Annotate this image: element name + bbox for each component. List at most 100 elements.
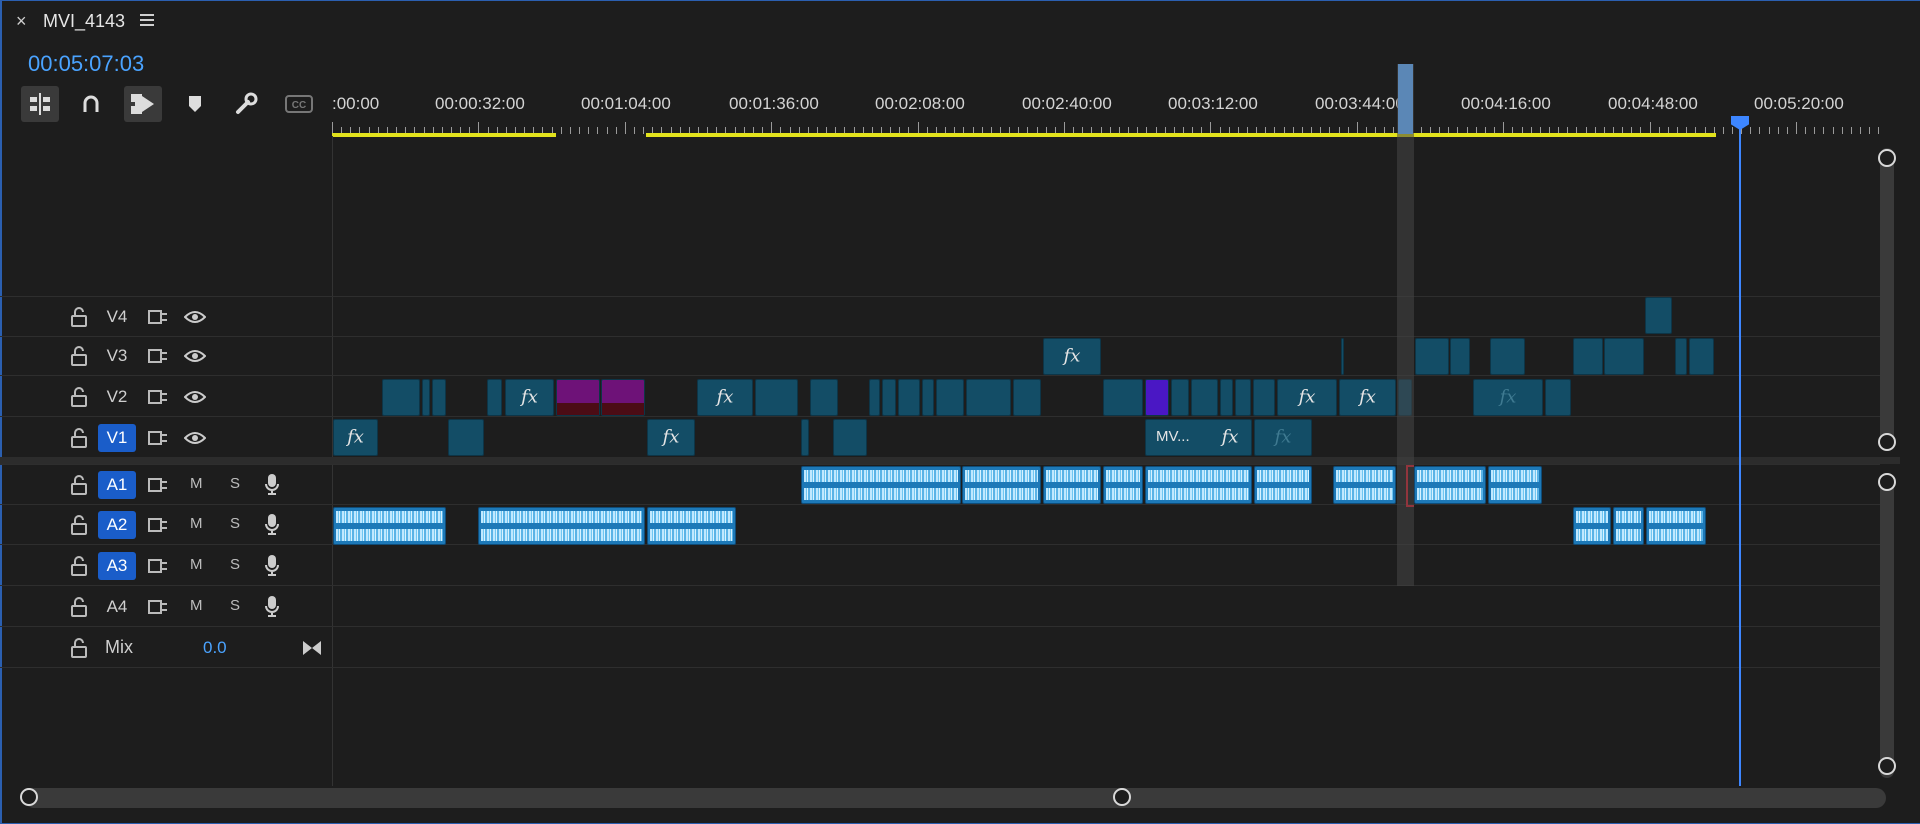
mute-button[interactable]: M bbox=[190, 597, 203, 614]
solo-button[interactable]: S bbox=[230, 515, 240, 532]
zoom-handle-left[interactable] bbox=[20, 788, 38, 806]
video-clip[interactable] bbox=[882, 379, 896, 416]
video-clip[interactable] bbox=[1235, 379, 1251, 416]
current-time-indicator[interactable] bbox=[1739, 122, 1741, 786]
video-clip[interactable] bbox=[898, 379, 920, 416]
video-clip[interactable] bbox=[755, 379, 798, 416]
video-clip[interactable]: fx bbox=[697, 379, 753, 416]
video-clip[interactable]: MV... fx bbox=[1145, 419, 1252, 456]
unlock-icon[interactable] bbox=[71, 387, 87, 407]
unlock-icon[interactable] bbox=[71, 428, 87, 448]
solo-button[interactable]: S bbox=[230, 475, 240, 492]
unlock-icon[interactable] bbox=[71, 346, 87, 366]
video-clip[interactable] bbox=[936, 379, 964, 416]
mute-button[interactable]: M bbox=[190, 475, 203, 492]
eye-icon[interactable] bbox=[184, 309, 206, 325]
timeline-zoom-scrollbar[interactable] bbox=[24, 788, 1886, 808]
panel-menu-icon[interactable] bbox=[140, 13, 154, 27]
linked-selection-icon[interactable] bbox=[124, 86, 162, 122]
solo-button[interactable]: S bbox=[230, 597, 240, 614]
video-clip[interactable] bbox=[922, 379, 934, 416]
video-clip[interactable]: fx bbox=[647, 419, 695, 456]
video-clip[interactable]: fx bbox=[1339, 379, 1396, 416]
audio-clip[interactable] bbox=[1145, 466, 1252, 504]
mute-button[interactable]: M bbox=[190, 515, 203, 532]
audio-clip[interactable] bbox=[1414, 466, 1486, 504]
eye-icon[interactable] bbox=[184, 430, 206, 446]
microphone-icon[interactable] bbox=[265, 473, 279, 495]
video-clip[interactable]: fx bbox=[1254, 419, 1312, 456]
audio-clip[interactable] bbox=[1254, 466, 1312, 504]
unlock-icon[interactable] bbox=[71, 638, 87, 658]
audio-clip[interactable] bbox=[647, 507, 736, 545]
snap-magnet-icon[interactable] bbox=[72, 86, 110, 122]
microphone-icon[interactable] bbox=[265, 513, 279, 535]
video-clip[interactable] bbox=[448, 419, 484, 456]
track-target-a2[interactable]: A2 bbox=[98, 511, 136, 539]
video-clip[interactable] bbox=[869, 379, 880, 416]
video-clip[interactable] bbox=[1490, 338, 1525, 375]
video-clip[interactable] bbox=[382, 379, 420, 416]
work-area-bar[interactable] bbox=[332, 133, 556, 137]
video-clip[interactable]: fx bbox=[1473, 379, 1543, 416]
video-clip[interactable] bbox=[1171, 379, 1189, 416]
track-target-a1[interactable]: A1 bbox=[98, 471, 136, 499]
mix-pan-icon[interactable] bbox=[302, 640, 322, 656]
audio-clip[interactable] bbox=[1333, 466, 1396, 504]
microphone-icon[interactable] bbox=[265, 595, 279, 617]
audio-clip[interactable] bbox=[1573, 507, 1611, 545]
nested-clip[interactable] bbox=[601, 379, 645, 416]
video-clip[interactable] bbox=[1604, 338, 1644, 375]
mute-button[interactable]: M bbox=[190, 556, 203, 573]
audio-clip[interactable] bbox=[1103, 466, 1143, 504]
track-target-v2[interactable]: V2 bbox=[98, 383, 136, 411]
video-clip[interactable] bbox=[1675, 338, 1687, 375]
video-clip[interactable] bbox=[1450, 338, 1470, 375]
scroll-handle-top[interactable] bbox=[1878, 473, 1896, 491]
video-clip[interactable]: fx bbox=[1277, 379, 1337, 416]
audio-clip[interactable] bbox=[1043, 466, 1101, 504]
scroll-handle-top[interactable] bbox=[1878, 149, 1896, 167]
track-target-v4[interactable]: V4 bbox=[98, 303, 136, 331]
solo-button[interactable]: S bbox=[230, 556, 240, 573]
sync-lock-icon[interactable] bbox=[148, 517, 168, 533]
mix-volume-value[interactable]: 0.0 bbox=[203, 638, 227, 658]
secondary-playhead-handle[interactable] bbox=[1398, 64, 1413, 134]
close-tab-button[interactable]: × bbox=[16, 11, 27, 32]
track-target-a4[interactable]: A4 bbox=[98, 593, 136, 621]
video-clip[interactable] bbox=[1103, 379, 1143, 416]
video-clip[interactable] bbox=[966, 379, 1011, 416]
audio-clip[interactable] bbox=[1646, 507, 1706, 545]
video-clip[interactable] bbox=[1545, 379, 1571, 416]
video-clip[interactable]: fx bbox=[505, 379, 554, 416]
sync-lock-icon[interactable] bbox=[148, 389, 168, 405]
video-clip[interactable]: fx bbox=[1043, 338, 1101, 375]
audio-clip[interactable] bbox=[801, 466, 961, 504]
sync-lock-icon[interactable] bbox=[148, 348, 168, 364]
eye-icon[interactable] bbox=[184, 389, 206, 405]
audio-clip[interactable] bbox=[333, 507, 446, 545]
video-clip[interactable] bbox=[1191, 379, 1218, 416]
sync-lock-icon[interactable] bbox=[148, 430, 168, 446]
time-ruler[interactable]: :00:00 00:00:32:00 00:01:04:00 00:01:36:… bbox=[332, 64, 1880, 136]
audio-tracks-scrollbar[interactable] bbox=[1880, 474, 1894, 778]
eye-icon[interactable] bbox=[184, 348, 206, 364]
settings-wrench-icon[interactable] bbox=[228, 86, 266, 122]
captions-icon[interactable]: CC bbox=[280, 86, 318, 122]
sync-lock-icon[interactable] bbox=[148, 309, 168, 325]
scroll-handle-bottom[interactable] bbox=[1878, 433, 1896, 451]
audio-clip[interactable] bbox=[1613, 507, 1644, 545]
video-clip[interactable] bbox=[1013, 379, 1041, 416]
sync-lock-icon[interactable] bbox=[148, 558, 168, 574]
video-clip[interactable] bbox=[1415, 338, 1449, 375]
unlock-icon[interactable] bbox=[71, 556, 87, 576]
sequence-tab-title[interactable]: MVI_4143 bbox=[43, 11, 125, 32]
video-clip[interactable] bbox=[1689, 338, 1714, 375]
unlock-icon[interactable] bbox=[71, 475, 87, 495]
video-clip[interactable] bbox=[1573, 338, 1603, 375]
track-target-v1[interactable]: V1 bbox=[98, 424, 136, 452]
video-clip[interactable] bbox=[801, 419, 809, 456]
unlock-icon[interactable] bbox=[71, 515, 87, 535]
microphone-icon[interactable] bbox=[265, 554, 279, 576]
zoom-handle-right[interactable] bbox=[1113, 788, 1131, 806]
